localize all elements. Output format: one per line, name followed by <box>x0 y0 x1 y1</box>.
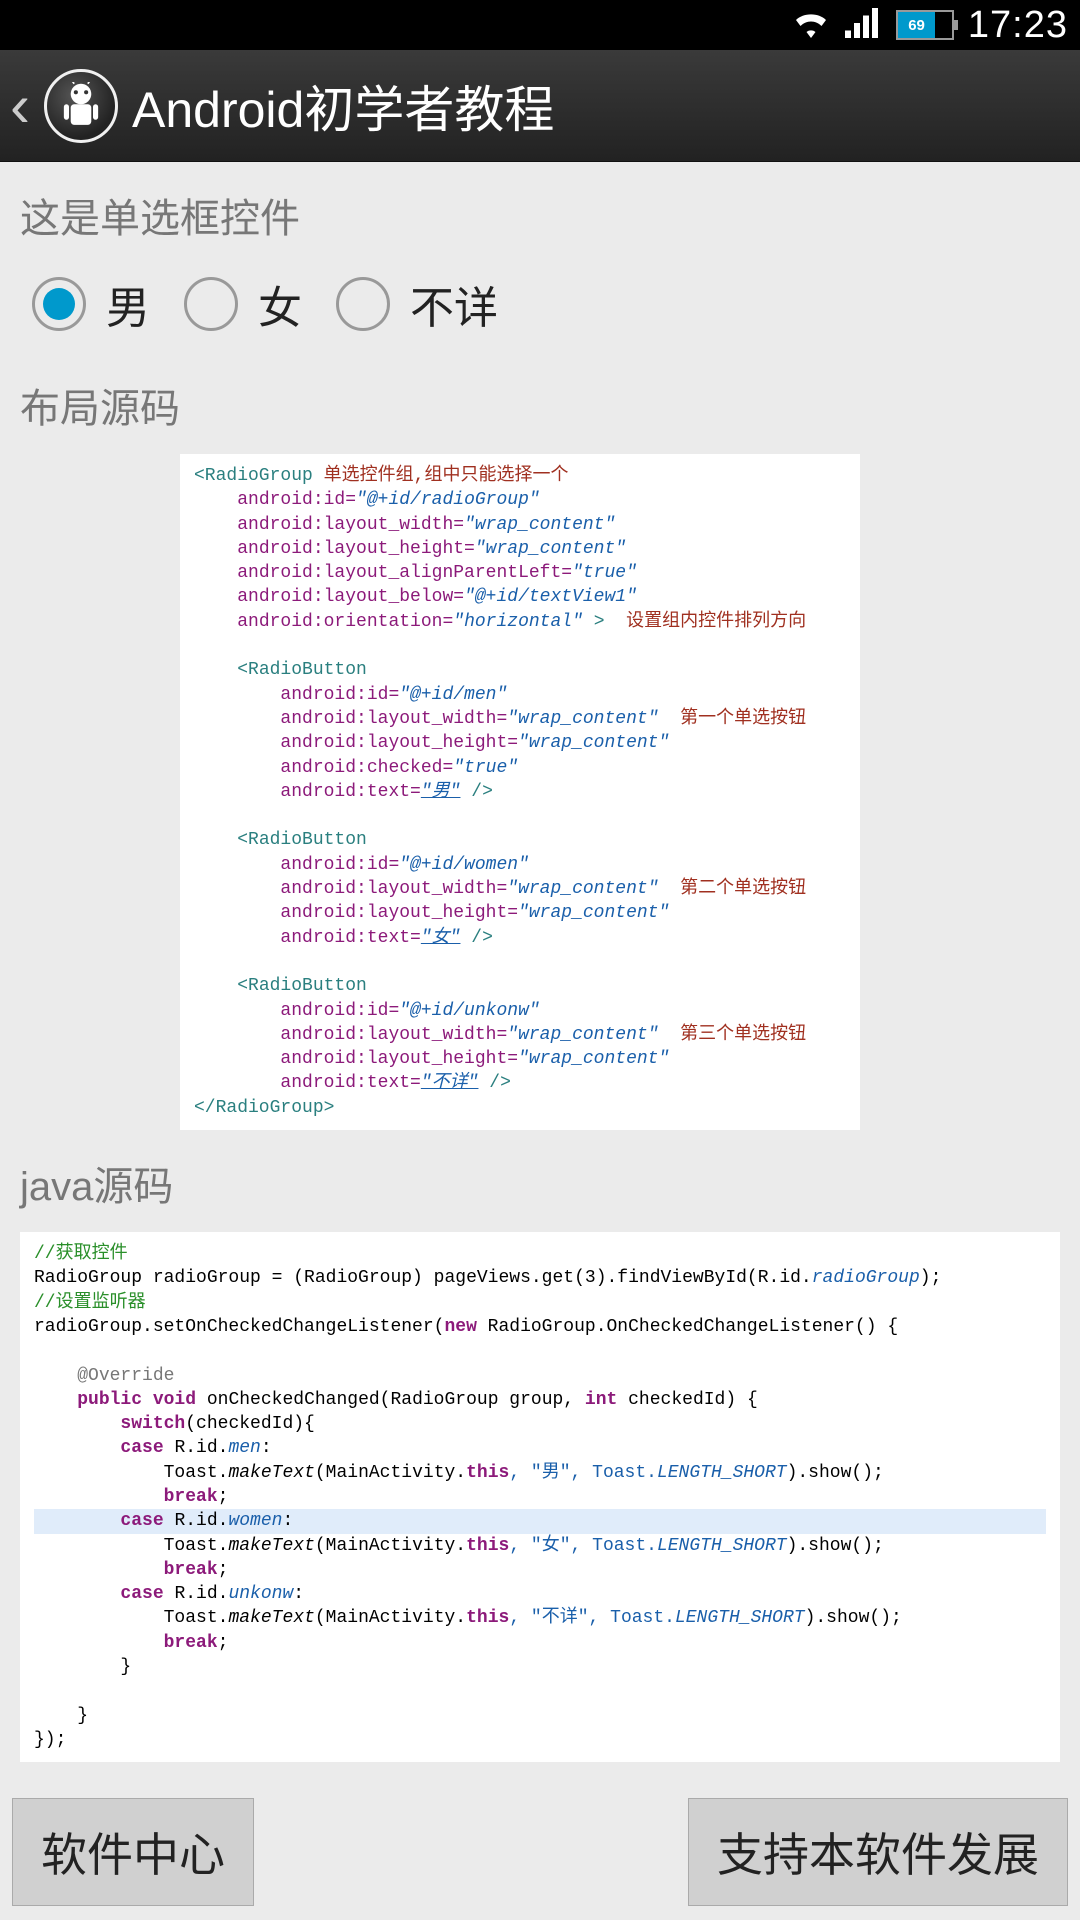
battery-level: 69 <box>898 12 935 38</box>
section-label-radio: 这是单选框控件 <box>20 186 1060 244</box>
support-dev-button[interactable]: 支持本软件发展 <box>688 1798 1068 1906</box>
bottom-buttons: 软件中心 支持本软件发展 <box>0 1788 1080 1920</box>
app-icon[interactable] <box>44 69 118 143</box>
signal-icon <box>844 8 882 43</box>
clock: 17:23 <box>968 4 1068 47</box>
battery-icon: 69 <box>896 10 954 40</box>
radio-unknown[interactable] <box>336 277 390 331</box>
radio-label-male: 男 <box>106 272 150 336</box>
app-bar: ‹ Android初学者教程 <box>0 50 1080 162</box>
radio-male[interactable] <box>32 277 86 331</box>
radio-label-unknown: 不详 <box>410 272 498 336</box>
wifi-icon <box>792 8 830 43</box>
radio-label-female: 女 <box>258 272 302 336</box>
software-center-button[interactable]: 软件中心 <box>12 1798 254 1906</box>
java-code: //获取控件 RadioGroup radioGroup = (RadioGro… <box>20 1232 1060 1762</box>
back-icon[interactable]: ‹ <box>10 76 30 136</box>
section-label-java: java源码 <box>20 1154 1060 1212</box>
xml-code: <RadioGroup 单选控件组,组中只能选择一个 android:id="@… <box>180 454 860 1130</box>
radio-group: 男 女 不详 <box>20 264 1060 376</box>
app-title: Android初学者教程 <box>132 70 554 142</box>
section-label-xml: 布局源码 <box>20 376 1060 434</box>
status-bar: 69 17:23 <box>0 0 1080 50</box>
radio-female[interactable] <box>184 277 238 331</box>
content: 这是单选框控件 男 女 不详 布局源码 <RadioGroup 单选控件组,组中… <box>0 162 1080 1786</box>
